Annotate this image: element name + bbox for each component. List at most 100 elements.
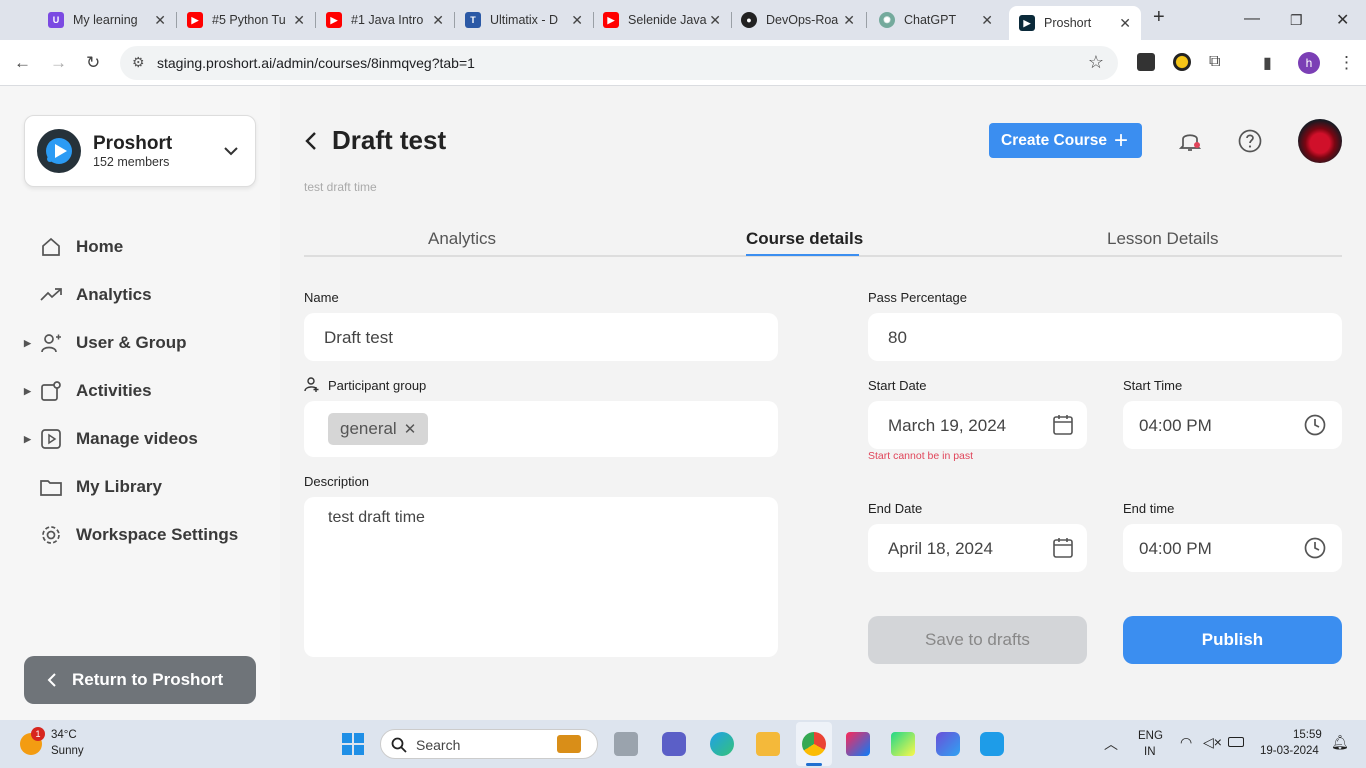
return-to-proshort-button[interactable]: Return to Proshort (24, 656, 256, 704)
intellij-icon[interactable] (846, 732, 870, 756)
new-tab-icon[interactable]: + (1153, 6, 1165, 29)
active-tab-indicator (746, 254, 859, 256)
extension-icon[interactable] (1137, 53, 1155, 71)
extension-icon[interactable] (1173, 53, 1191, 71)
description-textarea[interactable]: test draft time (304, 497, 778, 657)
clock-icon[interactable] (1304, 414, 1326, 436)
calendar-icon[interactable] (1053, 537, 1073, 558)
notification-bell-icon[interactable]: 🔔︎ (1331, 734, 1349, 751)
sidebar-item-label: My Library (76, 477, 162, 496)
chevron-down-icon[interactable] (223, 145, 239, 157)
workspace-switcher[interactable]: Proshort 152 members (24, 115, 256, 187)
language-label[interactable]: ENG (1138, 730, 1163, 742)
page-title: Draft test (332, 125, 447, 155)
url-text[interactable]: staging.proshort.ai/admin/courses/8inmqv… (157, 55, 475, 71)
start-date-input[interactable]: March 19, 2024 (868, 401, 1087, 449)
url-bar[interactable]: ⚙ staging.proshort.ai/admin/courses/8inm… (120, 46, 1118, 80)
browser-tab[interactable]: ▶ #5 Python Tu ✕ (187, 7, 305, 33)
sidebar-item-analytics[interactable]: Analytics (24, 277, 264, 313)
sidebar-item-activities[interactable]: ▶ Activities (24, 373, 264, 409)
start-time-input[interactable]: 04:00 PM (1123, 401, 1342, 449)
caret-right-icon[interactable]: ▶ (24, 386, 31, 397)
end-date-input[interactable]: April 18, 2024 (868, 524, 1087, 572)
close-icon[interactable]: ✕ (571, 12, 583, 29)
back-arrow-icon[interactable]: ← (14, 53, 31, 73)
pass-percentage-value: 80 (888, 328, 907, 347)
caret-right-icon[interactable]: ▶ (24, 434, 31, 445)
publish-button[interactable]: Publish (1123, 616, 1342, 664)
teams-icon[interactable] (662, 732, 686, 756)
youtube-icon: ▶ (187, 12, 203, 28)
puzzle-extensions-icon[interactable]: ⧉ (1209, 53, 1220, 71)
sidebar-item-label: Manage videos (76, 429, 198, 448)
chip-remove-icon[interactable]: ✕ (404, 420, 417, 438)
side-panel-icon[interactable]: ▮ (1263, 53, 1272, 73)
close-icon[interactable]: ✕ (1119, 15, 1131, 32)
clock-time[interactable]: 15:59 (1293, 729, 1322, 741)
save-to-drafts-button[interactable]: Save to drafts (868, 616, 1087, 664)
browser-tab[interactable]: U My learning ✕ (48, 7, 166, 33)
back-chevron-icon[interactable] (304, 130, 318, 152)
chevron-up-icon[interactable]: ︿ (1104, 734, 1118, 754)
profile-avatar[interactable]: h (1298, 52, 1320, 74)
sidebar-item-workspace-settings[interactable]: Workspace Settings (24, 517, 264, 553)
chrome-icon[interactable] (802, 732, 826, 756)
close-icon[interactable]: ✕ (293, 12, 305, 29)
window-close-icon[interactable]: ✕ (1336, 10, 1349, 30)
file-explorer-icon[interactable] (756, 732, 780, 756)
browser-menu-icon[interactable]: ⋮ (1338, 53, 1355, 73)
participant-group-input[interactable]: general ✕ (304, 401, 778, 457)
browser-tab[interactable]: ▶ #1 Java Intro ✕ (326, 7, 444, 33)
close-icon[interactable]: ✕ (709, 12, 721, 29)
edge-icon[interactable] (710, 732, 734, 756)
name-input[interactable]: Draft test (304, 313, 778, 361)
bell-icon[interactable] (1179, 129, 1201, 153)
site-info-icon[interactable]: ⚙ (132, 54, 145, 71)
battery-icon[interactable] (1228, 737, 1244, 747)
gear-icon (42, 526, 60, 544)
create-course-button[interactable]: Create Course + (989, 123, 1142, 158)
clock-date[interactable]: 19-03-2024 (1260, 745, 1319, 757)
close-icon[interactable]: ✕ (154, 12, 166, 29)
copilot-icon[interactable] (936, 732, 960, 756)
close-icon[interactable]: ✕ (843, 12, 855, 29)
taskbar-search[interactable]: Search (380, 729, 598, 759)
name-label: Name (304, 290, 339, 305)
tab-lesson-details[interactable]: Lesson Details (1107, 229, 1219, 249)
forward-arrow-icon[interactable]: → (50, 53, 67, 73)
search-icon (391, 737, 407, 753)
wifi-icon[interactable]: ◠ (1180, 734, 1192, 751)
sidebar-item-home[interactable]: Home (24, 229, 264, 265)
help-icon[interactable] (1238, 129, 1262, 153)
browser-tab[interactable]: T Ultimatix - D ✕ (465, 7, 583, 33)
browser-tab[interactable]: ▶ Selenide Java ✕ (603, 7, 721, 33)
close-icon[interactable]: ✕ (432, 12, 444, 29)
task-view-icon[interactable] (614, 732, 638, 756)
clock-icon[interactable] (1304, 537, 1326, 559)
search-placeholder: Search (416, 737, 461, 753)
windows-start-icon[interactable] (342, 733, 364, 755)
tab-analytics[interactable]: Analytics (428, 229, 496, 249)
skype-icon[interactable] (980, 732, 1004, 756)
browser-tab[interactable]: ● DevOps-Roa ✕ (741, 7, 855, 33)
caret-right-icon[interactable]: ▶ (24, 338, 31, 349)
minimize-icon[interactable]: — (1244, 10, 1260, 28)
calendar-icon[interactable] (1053, 414, 1073, 435)
tab-course-details[interactable]: Course details (746, 229, 863, 249)
region-label[interactable]: IN (1144, 746, 1156, 758)
browser-tab[interactable]: ✺ ChatGPT ✕ (879, 7, 993, 33)
sidebar-item-my-library[interactable]: My Library (24, 469, 264, 505)
pass-percentage-input[interactable]: 80 (868, 313, 1342, 361)
close-icon[interactable]: ✕ (981, 12, 993, 29)
browser-tab-active[interactable]: ▶ Proshort ✕ (1009, 6, 1141, 40)
bookmark-star-icon[interactable]: ☆ (1088, 52, 1104, 73)
sidebar-item-manage-videos[interactable]: ▶ Manage videos (24, 421, 264, 457)
restore-icon[interactable]: ❐ (1290, 12, 1303, 29)
pycharm-icon[interactable] (891, 732, 915, 756)
user-avatar[interactable] (1298, 119, 1342, 163)
end-time-input[interactable]: 04:00 PM (1123, 524, 1342, 572)
volume-icon[interactable]: ◁× (1203, 734, 1222, 751)
sidebar-item-user-group[interactable]: ▶ User & Group (24, 325, 264, 361)
main-content: Draft test test draft time Create Course… (280, 86, 1366, 720)
reload-icon[interactable]: ↻ (86, 53, 100, 73)
